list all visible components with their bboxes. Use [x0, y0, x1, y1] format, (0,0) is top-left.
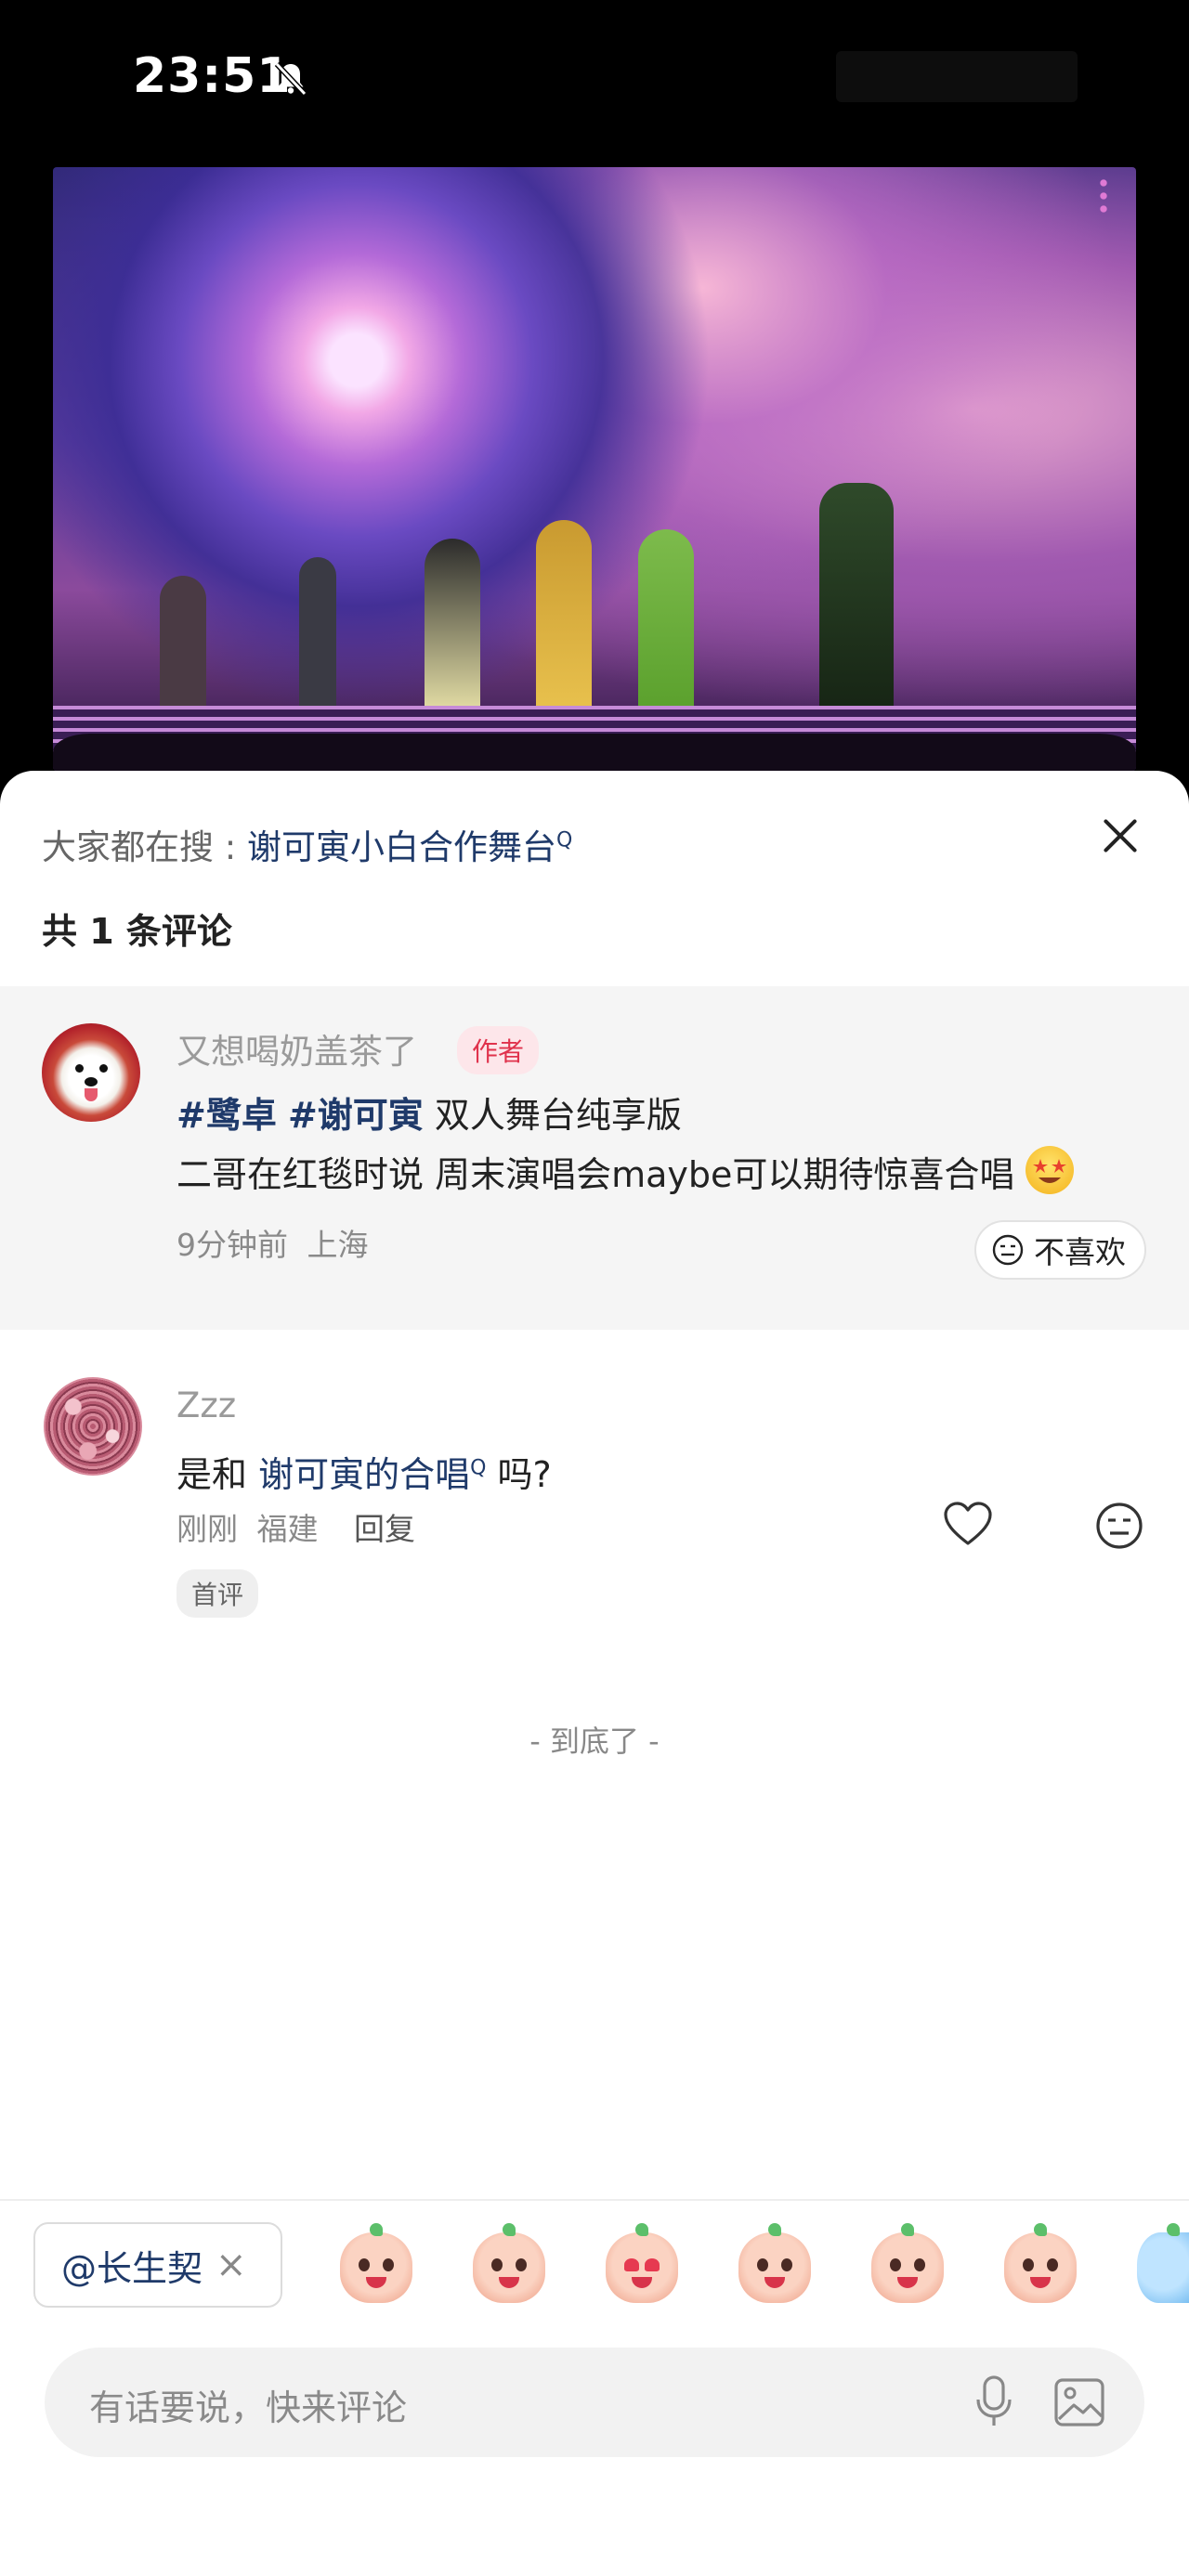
status-icons-area — [836, 51, 1078, 102]
comment-time: 9分钟前 — [176, 1227, 288, 1263]
comment-meta: 9分钟前 上海 — [176, 1220, 369, 1265]
performer — [425, 539, 480, 715]
comment-text: 吗? — [486, 1454, 552, 1495]
sticker-kiss-icon[interactable] — [738, 2223, 811, 2303]
comment-location: 上海 — [307, 1227, 369, 1263]
comment-count: 共 1 条评论 — [42, 911, 232, 952]
search-link[interactable]: 谢可寅的合唱 — [258, 1454, 470, 1495]
comment-text: 二哥在红毯时说 周末演唱会maybe可以期待惊喜合唱 — [176, 1154, 1015, 1195]
performer — [536, 520, 592, 715]
comment-time: 刚刚 — [176, 1511, 238, 1547]
heart-icon[interactable] — [943, 1501, 993, 1547]
avatar[interactable] — [44, 1377, 142, 1476]
comment-text: 是和 — [176, 1454, 259, 1495]
search-suggestion-prefix: 大家都在搜 : — [42, 827, 247, 867]
comments-sheet: 大家都在搜 : 谢可寅小白合作舞台Q 共 1 条评论 又想喝奶盖茶了 作者 #鹭… — [0, 771, 1189, 2576]
sticker-cover-mouth-icon[interactable] — [1004, 2223, 1077, 2303]
sticker-heart-eyes-icon[interactable] — [606, 2223, 678, 2303]
comment-username[interactable]: Zzz — [176, 1386, 236, 1425]
search-marker-icon: Q — [556, 828, 573, 852]
comment-text: 双人舞台纯享版 — [423, 1095, 682, 1136]
author-badge: 作者 — [457, 1026, 540, 1074]
status-bar: 23:51 — [0, 0, 1189, 158]
meh-face-icon[interactable] — [1094, 1501, 1144, 1551]
image-icon[interactable] — [1053, 2377, 1105, 2427]
end-of-list-text: - 到底了 - — [529, 1724, 660, 1759]
comment-input[interactable]: 有话要说，快来评论 — [45, 2348, 1144, 2457]
microphone-icon[interactable] — [973, 2374, 1014, 2431]
remove-mention-icon[interactable]: × — [216, 2244, 247, 2286]
meh-face-icon — [992, 1234, 1024, 1266]
status-time: 23:51 — [133, 48, 292, 104]
mention-chip[interactable]: @长生契 × — [33, 2222, 282, 2308]
hashtag-link[interactable]: #鹭卓 — [176, 1095, 277, 1136]
reply-button[interactable]: 回复 — [354, 1511, 415, 1547]
divider — [0, 2199, 1189, 2201]
performer — [638, 529, 694, 715]
sticker-shy-icon[interactable] — [871, 2223, 944, 2303]
dislike-label: 不喜欢 — [1034, 1234, 1126, 1270]
dislike-button[interactable]: 不喜欢 — [974, 1220, 1146, 1280]
more-dots-icon[interactable] — [1099, 176, 1108, 217]
pinned-author-comment: 又想喝奶盖茶了 作者 #鹭卓 #谢可寅 双人舞台纯享版 二哥在红毯时说 周末演唱… — [0, 986, 1189, 1330]
mention-chip-label: @长生契 — [61, 2247, 203, 2289]
star-struck-emoji-icon — [1026, 1146, 1075, 1194]
first-comment-badge: 首评 — [176, 1569, 259, 1618]
comment-text-line-2: 二哥在红毯时说 周末演唱会maybe可以期待惊喜合唱 — [176, 1146, 1075, 1197]
hashtag-link[interactable]: #谢可寅 — [288, 1095, 424, 1136]
performer — [160, 576, 206, 715]
close-button[interactable] — [1092, 808, 1148, 864]
performer — [299, 557, 336, 715]
sticker-happy-icon[interactable] — [340, 2223, 412, 2303]
avatar[interactable] — [42, 1023, 140, 1122]
comment-username[interactable]: 又想喝奶盖茶了 — [176, 1023, 417, 1073]
search-marker-icon: Q — [470, 1456, 487, 1480]
sticker-partial-icon[interactable] — [1137, 2223, 1189, 2303]
comment-meta: 刚刚 福建 回复 — [176, 1504, 415, 1549]
search-suggestion[interactable]: 大家都在搜 : 谢可寅小白合作舞台Q — [42, 819, 572, 869]
search-suggestion-keyword[interactable]: 谢可寅小白合作舞台 — [247, 827, 556, 867]
sticker-pleading-icon[interactable] — [473, 2223, 545, 2303]
comment-text-line: 是和 谢可寅的合唱Q 吗? — [176, 1446, 552, 1497]
comment-text-line-1: #鹭卓 #谢可寅 双人舞台纯享版 — [176, 1086, 682, 1138]
comment-location: 福建 — [256, 1511, 319, 1547]
bell-muted-icon — [274, 61, 307, 97]
video-player[interactable] — [53, 167, 1136, 771]
comment-input-placeholder: 有话要说，快来评论 — [89, 2387, 408, 2428]
audience-silhouettes — [53, 734, 1136, 771]
performer — [819, 483, 894, 715]
